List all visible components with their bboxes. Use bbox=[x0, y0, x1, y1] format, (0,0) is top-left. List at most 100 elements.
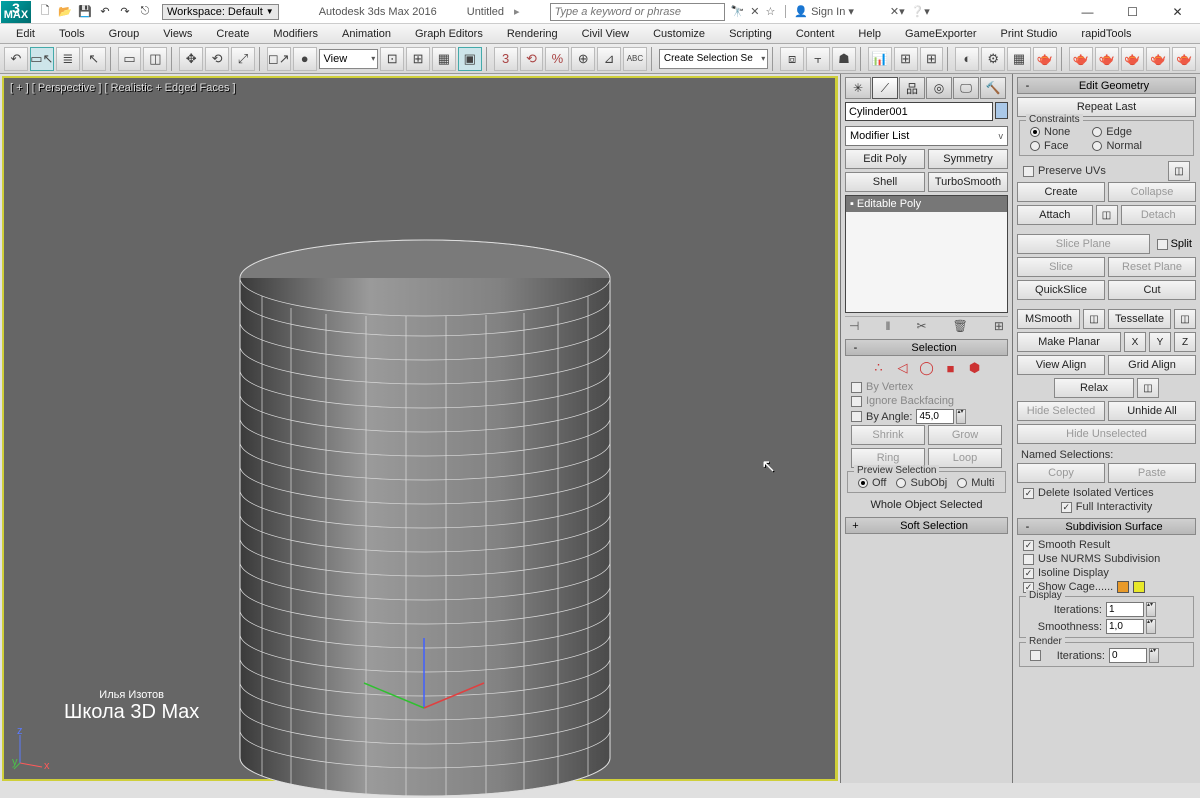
cage-color-1[interactable] bbox=[1117, 581, 1129, 593]
collapse-button[interactable]: Collapse bbox=[1108, 182, 1196, 202]
scale-button[interactable]: ⤢ bbox=[231, 47, 255, 71]
grid-align-button[interactable]: Grid Align bbox=[1108, 355, 1196, 375]
selection-rollout[interactable]: -Selection bbox=[845, 339, 1008, 356]
axis-button[interactable]: ⊿ bbox=[597, 47, 621, 71]
symmetry-button[interactable]: Symmetry bbox=[928, 149, 1008, 169]
menu-animation[interactable]: Animation bbox=[330, 26, 403, 42]
viewport-label[interactable]: [ + ] [ Perspective ] [ Realistic + Edge… bbox=[10, 82, 236, 94]
copy-ns-button[interactable]: Copy bbox=[1017, 463, 1105, 483]
snap-toggle[interactable]: 3 bbox=[494, 47, 518, 71]
by-angle-spinner[interactable] bbox=[916, 409, 954, 424]
configure-icon[interactable]: ⊞ bbox=[994, 319, 1004, 333]
select-object-button[interactable]: ↖ bbox=[82, 47, 106, 71]
shrink-button[interactable]: Shrink bbox=[851, 425, 925, 445]
shell-button[interactable]: Shell bbox=[845, 172, 925, 192]
signin-button[interactable]: 👤 Sign In ▾ bbox=[785, 5, 853, 18]
hierarchy-tab[interactable]: 品 bbox=[899, 77, 925, 99]
full-interactivity-check[interactable] bbox=[1061, 502, 1072, 513]
modifier-list-combo[interactable]: Modifier List bbox=[845, 126, 1008, 146]
maximize-button[interactable]: ☐ bbox=[1110, 1, 1155, 23]
constraint-none[interactable] bbox=[1030, 127, 1040, 137]
by-angle-check[interactable] bbox=[851, 411, 862, 422]
constraint-edge[interactable] bbox=[1092, 127, 1102, 137]
render-iter-check[interactable] bbox=[1030, 650, 1041, 661]
close-button[interactable]: ✕ bbox=[1155, 1, 1200, 23]
soft-selection-rollout[interactable]: +Soft Selection bbox=[845, 517, 1008, 534]
menu-views[interactable]: Views bbox=[151, 26, 204, 42]
msmooth-settings[interactable]: ◫ bbox=[1083, 309, 1105, 329]
quickslice-button[interactable]: QuickSlice bbox=[1017, 280, 1105, 300]
msmooth-button[interactable]: MSmooth bbox=[1017, 309, 1080, 329]
stack-editable-poly[interactable]: ▪ Editable Poly bbox=[846, 196, 1007, 212]
preview-off-radio[interactable] bbox=[858, 478, 868, 488]
redo-icon[interactable]: ↷ bbox=[116, 3, 134, 21]
help-icon[interactable]: ❔▾ bbox=[911, 5, 930, 18]
attach-button[interactable]: Attach bbox=[1017, 205, 1093, 225]
undo-icon[interactable]: ↶ bbox=[96, 3, 114, 21]
refcoord-button[interactable]: ◻↗ bbox=[267, 47, 291, 71]
constraint-normal[interactable] bbox=[1092, 141, 1102, 151]
edit-geometry-rollout[interactable]: -Edit Geometry bbox=[1017, 77, 1196, 94]
align-button[interactable]: ⫟ bbox=[806, 47, 830, 71]
constraint-face[interactable] bbox=[1030, 141, 1040, 151]
menu-civilview[interactable]: Civil View bbox=[570, 26, 641, 42]
menu-customize[interactable]: Customize bbox=[641, 26, 717, 42]
modify-tab[interactable]: ⟋ bbox=[872, 77, 898, 99]
cylinder-mesh[interactable] bbox=[236, 238, 614, 798]
show-end-icon[interactable]: ǁ bbox=[886, 319, 891, 333]
menu-grapheditors[interactable]: Graph Editors bbox=[403, 26, 495, 42]
make-planar-button[interactable]: Make Planar bbox=[1017, 332, 1121, 352]
detach-button[interactable]: Detach bbox=[1121, 205, 1197, 225]
delete-iso-check[interactable] bbox=[1023, 488, 1034, 499]
planar-y[interactable]: Y bbox=[1149, 332, 1171, 352]
save-icon[interactable]: 💾 bbox=[76, 3, 94, 21]
selectlink-button[interactable]: ⊞ bbox=[406, 47, 430, 71]
rect-select-button[interactable]: ▭ bbox=[118, 47, 142, 71]
percent-snap[interactable]: % bbox=[545, 47, 569, 71]
selection-set-combo[interactable]: Create Selection Se bbox=[659, 49, 768, 69]
teapot5-icon[interactable]: 🫖 bbox=[1172, 47, 1196, 71]
unique-icon[interactable]: ✂ bbox=[917, 319, 927, 333]
create-button[interactable]: Create bbox=[1017, 182, 1105, 202]
turbosmooth-button[interactable]: TurboSmooth bbox=[928, 172, 1008, 192]
coordsys-combo[interactable]: View bbox=[319, 49, 379, 69]
display-iter-spinner[interactable] bbox=[1106, 602, 1144, 617]
display-smooth-spinner[interactable] bbox=[1106, 619, 1144, 634]
modifier-stack[interactable]: ▪ Editable Poly bbox=[845, 195, 1008, 313]
exchange-icon[interactable]: ✕ bbox=[750, 5, 759, 18]
pin-stack-icon[interactable]: ⊣ bbox=[849, 319, 859, 333]
new-icon[interactable]: 🗋 bbox=[36, 3, 54, 21]
angle-snap[interactable]: ⟲ bbox=[520, 47, 544, 71]
spinner-snap[interactable]: ⊕ bbox=[571, 47, 595, 71]
hide-unselected-button[interactable]: Hide Unselected bbox=[1017, 424, 1196, 444]
slice-button[interactable]: Slice bbox=[1017, 257, 1105, 277]
undo-button[interactable]: ↶ bbox=[4, 47, 28, 71]
border-level[interactable]: ◯ bbox=[919, 360, 935, 376]
utilities-tab[interactable]: 🔨 bbox=[980, 77, 1006, 99]
pivot-button[interactable]: ● bbox=[293, 47, 317, 71]
relax-settings[interactable]: ◫ bbox=[1137, 378, 1159, 398]
relax-button[interactable]: Relax bbox=[1054, 378, 1134, 398]
center-pivot-button[interactable]: ▣ bbox=[458, 47, 482, 71]
use-nurms-check[interactable] bbox=[1023, 554, 1034, 565]
preserve-uvs-settings[interactable]: ◫ bbox=[1168, 161, 1190, 181]
menu-group[interactable]: Group bbox=[97, 26, 152, 42]
manip-button[interactable]: ⊡ bbox=[380, 47, 404, 71]
link-icon[interactable]: ⎋ bbox=[136, 3, 154, 21]
menu-rapidtools[interactable]: rapidTools bbox=[1069, 26, 1143, 42]
planar-z[interactable]: Z bbox=[1174, 332, 1196, 352]
unhide-all-button[interactable]: Unhide All bbox=[1108, 401, 1196, 421]
object-name-field[interactable]: Cylinder001 bbox=[845, 102, 993, 121]
menu-gameexporter[interactable]: GameExporter bbox=[893, 26, 989, 42]
menu-tools[interactable]: Tools bbox=[47, 26, 97, 42]
preserve-uvs-check[interactable] bbox=[1023, 166, 1034, 177]
mat-editor-button[interactable]: ◐ bbox=[955, 47, 979, 71]
teapot4-icon[interactable]: 🫖 bbox=[1146, 47, 1170, 71]
help-search-input[interactable] bbox=[550, 3, 725, 21]
attach-list[interactable]: ◫ bbox=[1096, 205, 1118, 225]
rotate-button[interactable]: ⟲ bbox=[205, 47, 229, 71]
remove-mod-icon[interactable]: 🗑 bbox=[953, 319, 968, 333]
subsurf-rollout[interactable]: -Subdivision Surface bbox=[1017, 518, 1196, 535]
hide-selected-button[interactable]: Hide Selected bbox=[1017, 401, 1105, 421]
render-frame-button[interactable]: ▦ bbox=[1007, 47, 1031, 71]
